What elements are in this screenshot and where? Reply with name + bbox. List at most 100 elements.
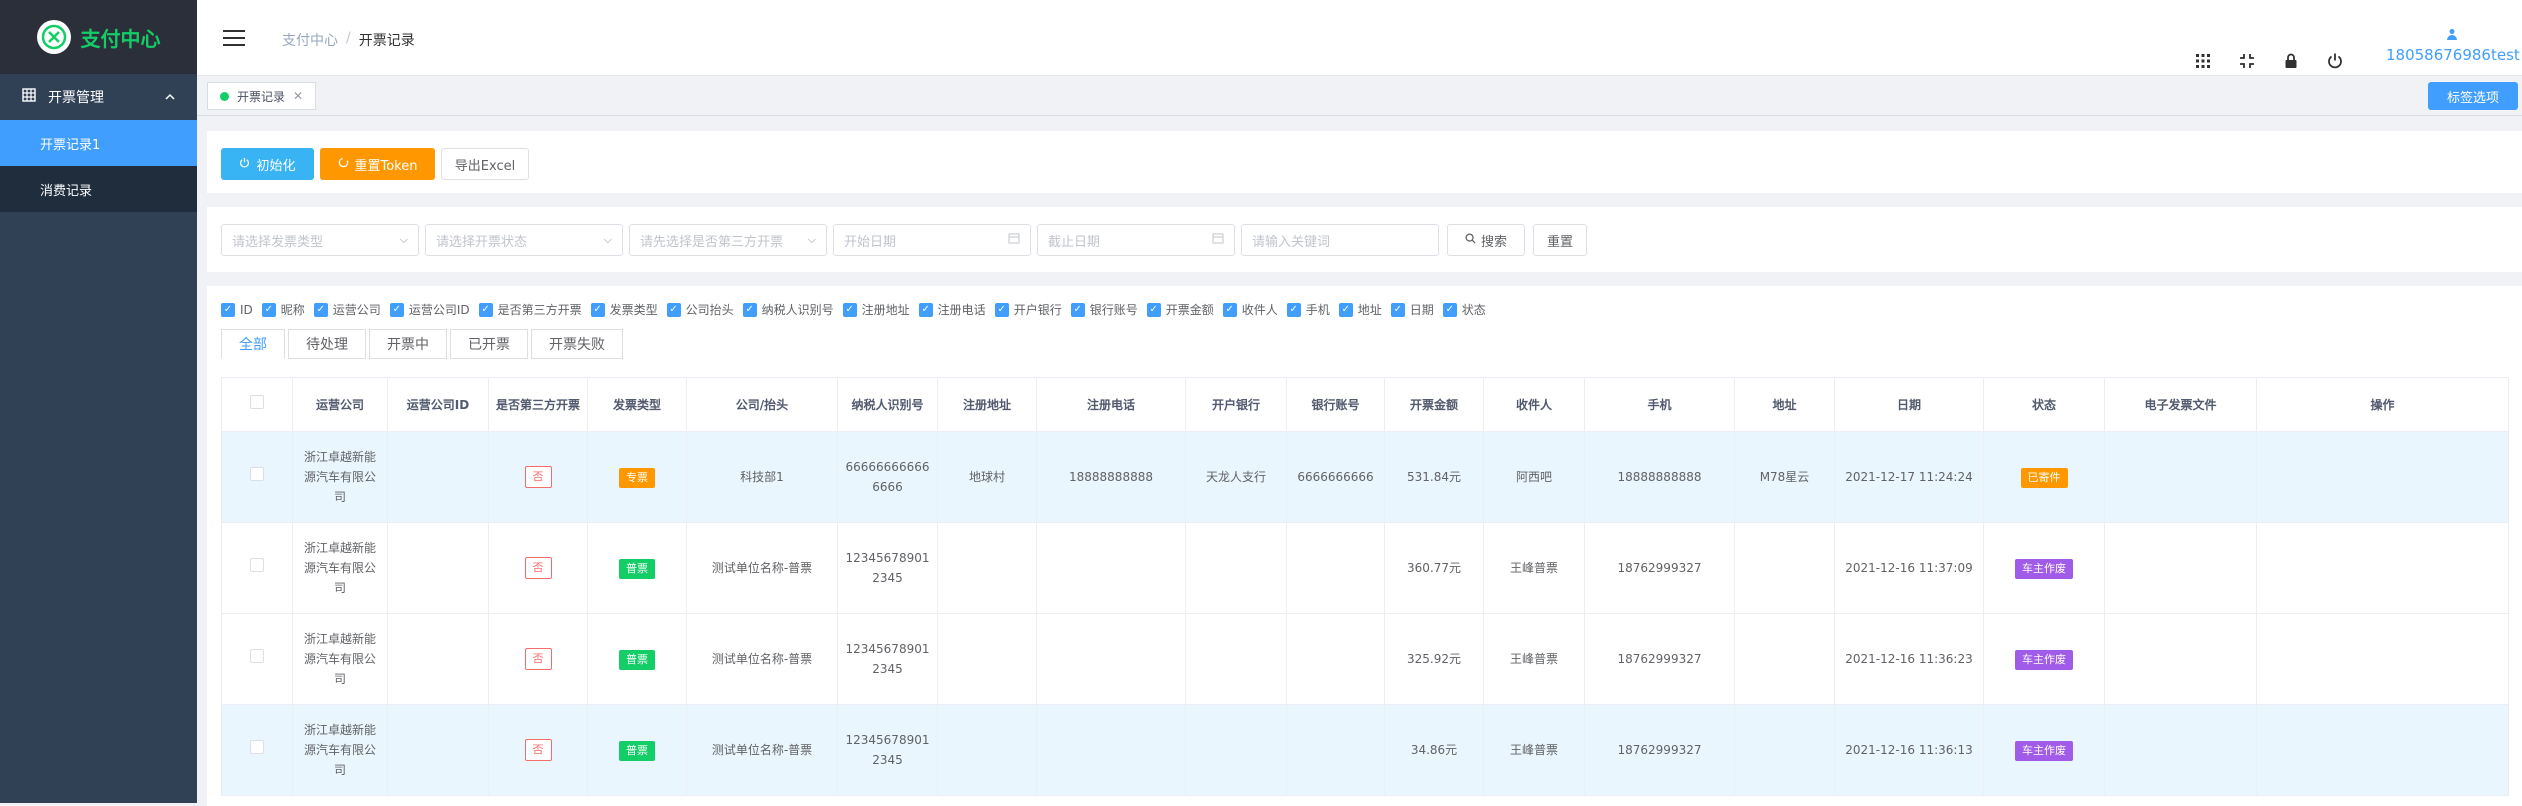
- column-toggle[interactable]: ✓ 发票类型: [590, 301, 658, 318]
- checkbox-checked-icon[interactable]: ✓: [666, 302, 681, 317]
- cell-company_id: [387, 522, 489, 614]
- init-button[interactable]: 初始化: [221, 148, 314, 180]
- tab-4[interactable]: 已开票: [450, 329, 528, 359]
- column-toggle[interactable]: ✓ 开户银行: [994, 301, 1062, 318]
- end-date-input[interactable]: 截止日期: [1037, 224, 1235, 256]
- row-select-cell[interactable]: [221, 431, 293, 523]
- column-toggle[interactable]: ✓ 手机: [1286, 301, 1330, 318]
- column-toggle[interactable]: ✓ 纳税人识别号: [742, 301, 834, 318]
- checkbox-checked-icon[interactable]: ✓: [1070, 302, 1085, 317]
- main: 支付中心 / 开票记录 18058676986test 开票记录 ✕ 标签选项: [197, 0, 2522, 806]
- cell-phone: [1036, 704, 1186, 796]
- third-party-select[interactable]: 请先选择是否第三方开票 ⌵: [629, 224, 827, 256]
- select-all-checkbox[interactable]: [250, 395, 264, 409]
- tab-2[interactable]: 待处理: [288, 329, 366, 359]
- row-select-cell[interactable]: [221, 613, 293, 705]
- table-row[interactable]: 浙江卓越新能源汽车有限公司 否 普票 测试单位名称-普票 123456789012345…: [221, 704, 2509, 796]
- column-toggle[interactable]: ✓ 运营公司: [313, 301, 381, 318]
- hamburger-icon[interactable]: [223, 30, 245, 46]
- close-icon[interactable]: ✕: [293, 89, 303, 103]
- power-icon[interactable]: [2326, 52, 2344, 70]
- column-toggle[interactable]: ✓ 注册电话: [918, 301, 986, 318]
- sidebar-item-invoice-records[interactable]: 开票记录1: [0, 120, 197, 166]
- tag-options-button[interactable]: 标签选项: [2428, 82, 2518, 110]
- column-toggle[interactable]: ✓ 注册地址: [842, 301, 910, 318]
- cell-company_id: [387, 704, 489, 796]
- tag-invoice-records[interactable]: 开票记录 ✕: [207, 82, 317, 110]
- checkbox-checked-icon[interactable]: ✓: [1146, 302, 1161, 317]
- checkbox-checked-icon[interactable]: ✓: [389, 302, 404, 317]
- keyword-input[interactable]: 请输入关键词: [1241, 224, 1439, 256]
- invoice-type-select[interactable]: 请选择发票类型 ⌵: [221, 224, 419, 256]
- status-select[interactable]: 请选择开票状态 ⌵: [425, 224, 623, 256]
- invoice-type-placeholder: 请选择发票类型: [232, 234, 324, 250]
- cell-address: 地球村: [937, 431, 1037, 523]
- fullscreen-exit-icon[interactable]: [2238, 52, 2256, 70]
- column-toggle[interactable]: ✓ 状态: [1442, 301, 1486, 318]
- tab-1[interactable]: 全部: [221, 329, 285, 359]
- cell-addr: [1734, 704, 1835, 796]
- checkbox-checked-icon[interactable]: ✓: [1390, 302, 1405, 317]
- cell-actions: [2256, 613, 2509, 705]
- row-select-cell[interactable]: [221, 522, 293, 614]
- checkbox-checked-icon[interactable]: ✓: [918, 302, 933, 317]
- tab-5[interactable]: 开票失败: [531, 329, 623, 359]
- start-date-input[interactable]: 开始日期: [833, 224, 1031, 256]
- table-row[interactable]: 浙江卓越新能源汽车有限公司 否 普票 测试单位名称-普票 123456789012345…: [221, 613, 2509, 705]
- column-toggle[interactable]: ✓ 是否第三方开票: [478, 301, 582, 318]
- row-checkbox[interactable]: [250, 740, 264, 754]
- logo[interactable]: 支付中心: [0, 0, 197, 74]
- column-toggle[interactable]: ✓ 银行账号: [1070, 301, 1138, 318]
- checkbox-checked-icon[interactable]: ✓: [590, 302, 605, 317]
- table-row[interactable]: 浙江卓越新能源汽车有限公司否专票 科技部1 666666666666666 地球村 18…: [221, 431, 2509, 523]
- navbar: 支付中心 / 开票记录 18058676986test: [197, 0, 2522, 76]
- checkbox-checked-icon[interactable]: ✓: [742, 302, 757, 317]
- column-toggle[interactable]: ✓ 开票金额: [1146, 301, 1214, 318]
- row-checkbox[interactable]: [250, 467, 264, 481]
- column-toggle[interactable]: ✓ 地址: [1338, 301, 1382, 318]
- column-toggle[interactable]: ✓ 日期: [1390, 301, 1434, 318]
- column-header: 收件人: [1483, 377, 1585, 432]
- menu-group-invoice[interactable]: 开票管理: [0, 74, 197, 120]
- column-header: 运营公司ID: [387, 377, 489, 432]
- column-toggle[interactable]: ✓ 昵称: [261, 301, 305, 318]
- row-checkbox[interactable]: [250, 558, 264, 572]
- column-toggle[interactable]: ✓ 运营公司ID: [389, 301, 470, 318]
- checkbox-checked-icon[interactable]: ✓: [994, 302, 1009, 317]
- checkbox-checked-icon[interactable]: ✓: [1286, 302, 1301, 317]
- column-toggle-label: 开户银行: [1013, 303, 1062, 317]
- cell-company_id: [387, 431, 489, 523]
- user-menu[interactable]: 18058676986test: [2386, 28, 2520, 64]
- checkbox-checked-icon[interactable]: ✓: [478, 302, 493, 317]
- checkbox-checked-icon[interactable]: ✓: [842, 302, 857, 317]
- table-row[interactable]: 浙江卓越新能源汽车有限公司 否 普票 测试单位名称-普票 123456789012345…: [221, 522, 2509, 614]
- search-button[interactable]: 搜索: [1447, 224, 1525, 256]
- cell-company: 浙江卓越新能源汽车有限公司: [292, 613, 388, 705]
- breadcrumb-home[interactable]: 支付中心: [282, 30, 338, 50]
- cell-type: 普票: [587, 704, 687, 796]
- cell-date: 2021-12-16 11:36:13: [1834, 704, 1984, 796]
- lock-icon[interactable]: [2282, 52, 2300, 70]
- row-select-cell[interactable]: [221, 704, 293, 796]
- select-all-cell[interactable]: [221, 377, 293, 432]
- reset-button[interactable]: 重置: [1533, 224, 1587, 256]
- row-checkbox[interactable]: [250, 649, 264, 663]
- checkbox-checked-icon[interactable]: ✓: [1442, 302, 1457, 317]
- column-toggle[interactable]: ✓ ID: [221, 301, 253, 318]
- breadcrumb-separator: /: [346, 30, 351, 46]
- checkbox-checked-icon[interactable]: ✓: [221, 302, 235, 317]
- sidebar-item-consumption-records[interactable]: 消费记录: [0, 166, 197, 212]
- checkbox-checked-icon[interactable]: ✓: [1222, 302, 1237, 317]
- column-toggle[interactable]: ✓ 公司抬头: [666, 301, 734, 318]
- cell-tax_id: 123456789012345: [837, 522, 938, 614]
- column-toggle[interactable]: ✓ 收件人: [1222, 301, 1278, 318]
- logo-icon: [36, 20, 71, 54]
- apps-icon[interactable]: [2194, 52, 2212, 70]
- checkbox-checked-icon[interactable]: ✓: [313, 302, 328, 317]
- reset-token-button[interactable]: 重置Token: [320, 148, 435, 180]
- tab-3[interactable]: 开票中: [369, 329, 447, 359]
- checkbox-checked-icon[interactable]: ✓: [1338, 302, 1353, 317]
- export-excel-button[interactable]: 导出Excel: [441, 148, 529, 180]
- checkbox-checked-icon[interactable]: ✓: [261, 302, 276, 317]
- status-badge: 已寄件: [2020, 467, 2068, 488]
